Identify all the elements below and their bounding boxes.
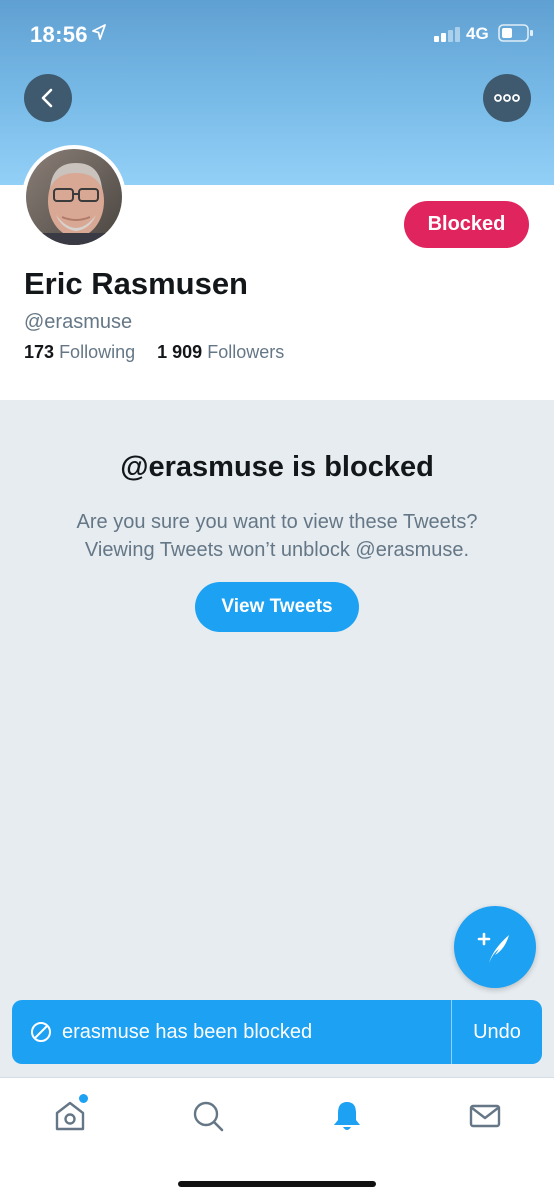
- undo-button[interactable]: Undo: [452, 1021, 542, 1044]
- signal-icon: [434, 27, 460, 42]
- followers-link[interactable]: 1 909 Followers: [157, 342, 284, 362]
- avatar[interactable]: [22, 145, 126, 249]
- notifications-icon: [334, 1102, 360, 1130]
- chevron-left-icon: [41, 88, 53, 108]
- battery-icon: [498, 24, 533, 42]
- more-icon: [494, 94, 520, 102]
- profile-stats: 173 Following 1 909 Followers: [24, 342, 284, 363]
- messages-icon: [469, 1104, 501, 1128]
- home-indicator: [178, 1181, 376, 1187]
- unread-dot: [77, 1092, 90, 1105]
- tab-search[interactable]: [188, 1096, 228, 1136]
- tab-notifications[interactable]: [327, 1096, 367, 1136]
- followers-label: Followers: [207, 342, 285, 362]
- profile-name: Eric Rasmusen: [24, 266, 248, 301]
- following-count: 173: [24, 342, 55, 362]
- search-icon: [193, 1101, 224, 1132]
- tab-messages[interactable]: [465, 1096, 505, 1136]
- network-type: 4G: [466, 24, 489, 43]
- following-link[interactable]: 173 Following: [24, 342, 140, 362]
- avatar-image: [26, 149, 122, 245]
- blocked-description-line1: Are you sure you want to view these Twee…: [76, 511, 478, 533]
- status-time: 18:56: [30, 22, 88, 47]
- blocked-description: Are you sure you want to view these Twee…: [0, 508, 554, 564]
- followers-count: 1 909: [157, 342, 203, 362]
- status-bar: 18:56 4G: [0, 0, 554, 66]
- blocked-title: @erasmuse is blocked: [120, 451, 434, 483]
- blocked-circle-icon: [30, 1021, 52, 1043]
- location-arrow-icon: [92, 24, 106, 40]
- tab-home[interactable]: [50, 1092, 90, 1136]
- more-options-button[interactable]: [483, 74, 531, 122]
- compose-feather-icon: [477, 932, 509, 963]
- blocked-button[interactable]: Blocked: [404, 201, 529, 248]
- following-label: Following: [59, 342, 136, 362]
- compose-tweet-button[interactable]: [454, 906, 536, 988]
- back-button[interactable]: [24, 74, 72, 122]
- profile-handle: @erasmuse: [24, 311, 133, 333]
- blocked-description-line2: Viewing Tweets won’t unblock @erasmuse.: [84, 539, 470, 561]
- blocked-toast: erasmuse has been blocked Undo: [12, 1000, 542, 1064]
- toast-message: erasmuse has been blocked: [62, 1020, 313, 1043]
- view-tweets-button[interactable]: View Tweets: [195, 582, 359, 632]
